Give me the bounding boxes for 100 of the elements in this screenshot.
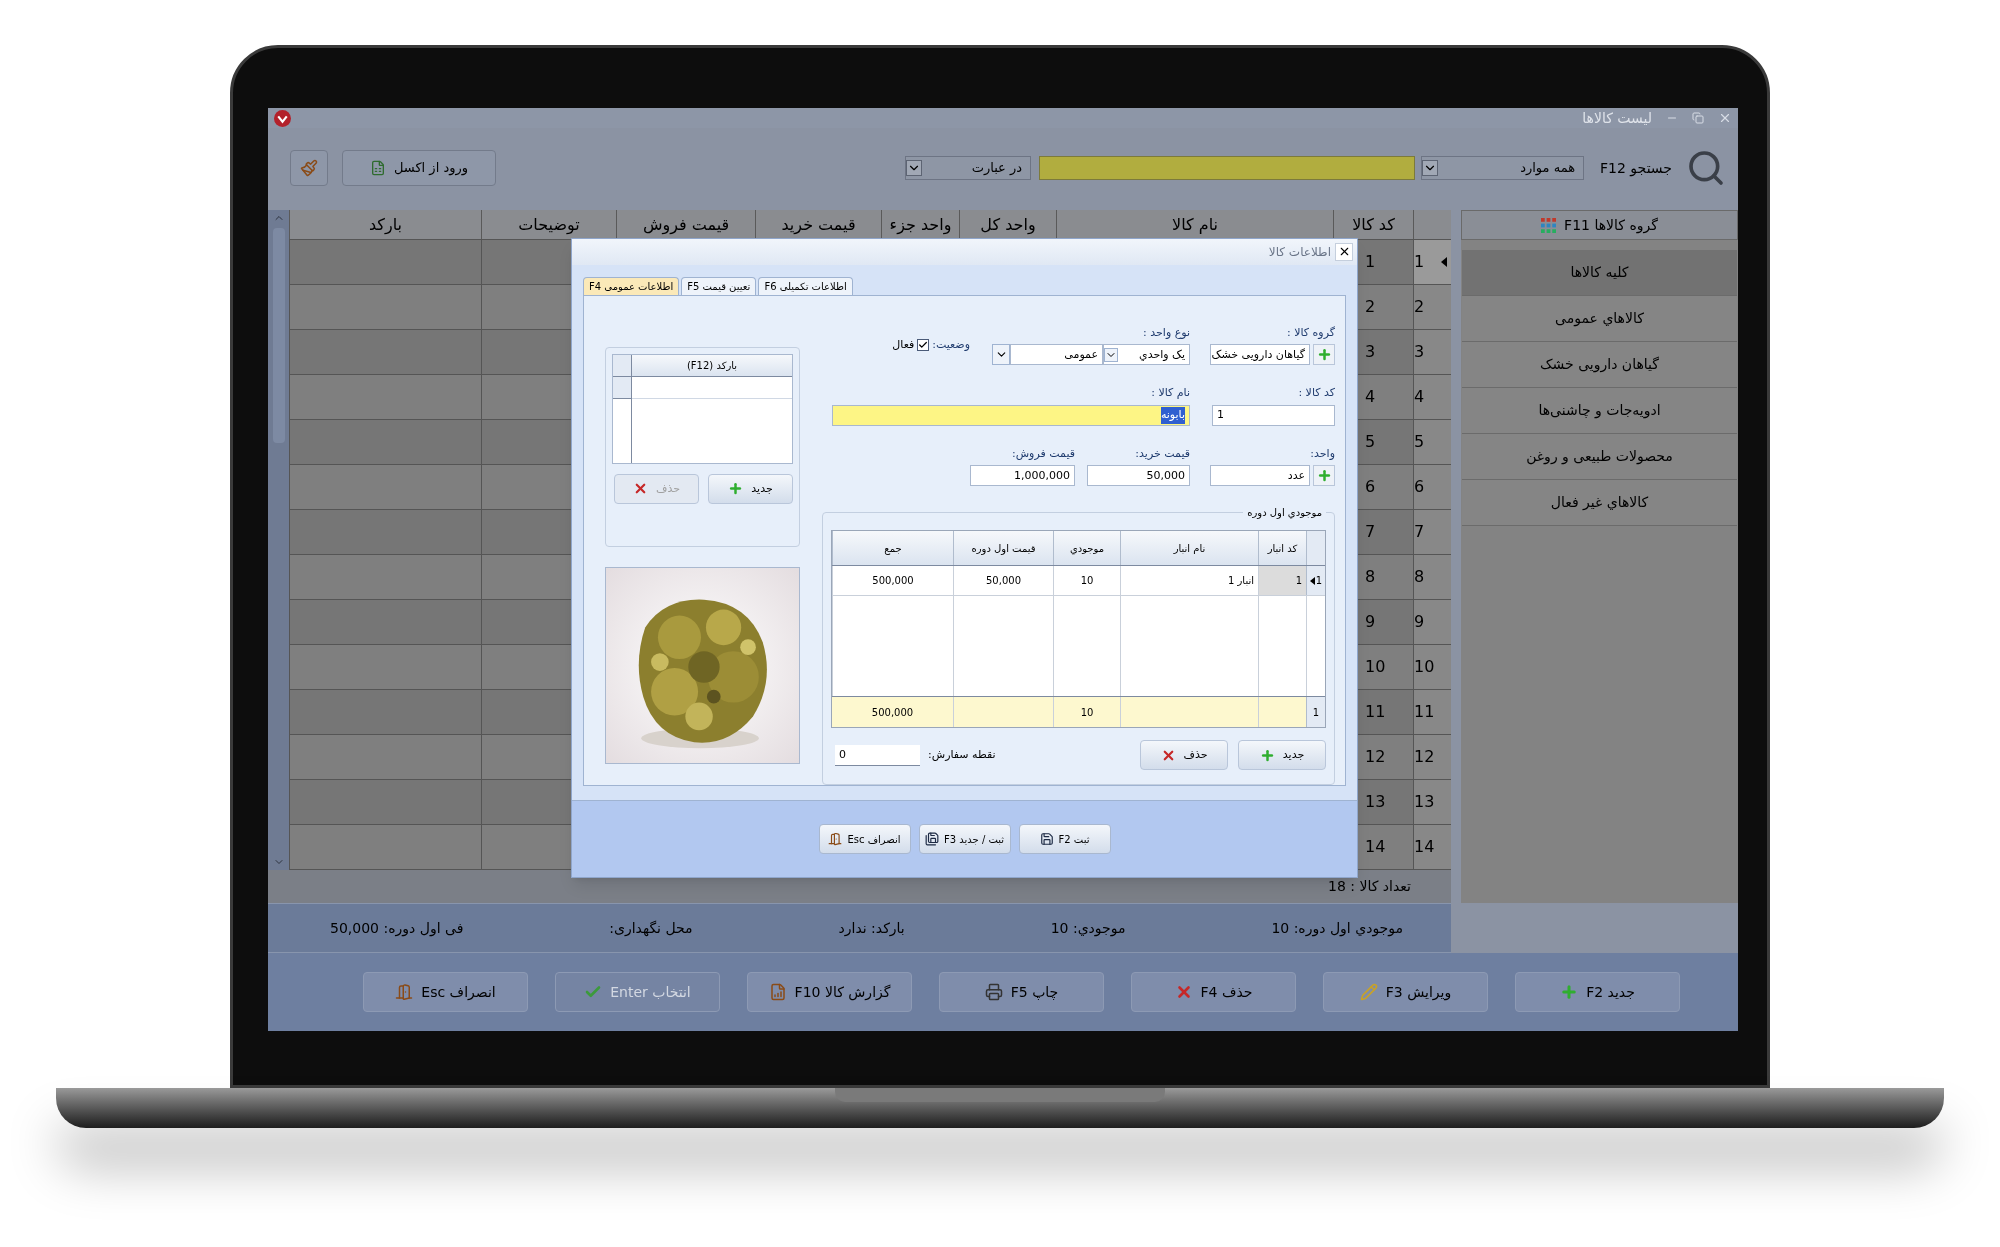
dialog-button[interactable]: ثبت F2 [1018,824,1111,855]
column-header[interactable]: قیمت اول دوره [953,531,1053,566]
reorder-point-field[interactable]: 0 [835,744,920,766]
row-number[interactable]: 8 [1413,555,1451,599]
checkbox[interactable] [917,339,930,352]
row-number[interactable]: 12 [1413,735,1451,779]
dialog-button[interactable]: جدید [708,473,793,504]
printer-icon [984,983,1003,1001]
field-label: نقطه سفارش: [928,747,996,764]
action-button[interactable]: حذف F4 [1131,972,1296,1012]
close-button[interactable] [1335,242,1353,261]
plus-icon [728,481,744,497]
row-indicator[interactable]: 1 [1306,566,1325,596]
row-number[interactable]: 1 [1413,240,1451,284]
row-number[interactable]: 10 [1413,645,1451,689]
dialog-button[interactable]: جدید [1238,740,1326,771]
column-header[interactable]: موجودي [1053,531,1120,566]
dropdown-button[interactable] [992,344,1010,366]
code-field[interactable]: 1 [1212,404,1335,426]
sidebar-item[interactable]: کلیه کالاها [1462,250,1737,296]
dialog-button[interactable]: انصراف Esc [818,824,911,855]
dialog-tab[interactable]: اطلاعات عمومی F4 [583,276,680,295]
theme-button[interactable] [290,150,328,186]
action-button[interactable]: جدید F2 [1515,972,1680,1012]
row-pointer-icon [1441,257,1447,267]
detail-text: محل نگهداری: [609,918,693,939]
plus-icon [1560,983,1579,1001]
field-label: قیمت خرید: [1134,445,1190,462]
unit-field[interactable]: عدد [1210,465,1310,487]
row-header [1306,531,1325,566]
table-cell-text: 500,000 [870,705,915,720]
action-button[interactable]: ویرایش F3 [1323,972,1488,1012]
floppy-icon [924,832,939,847]
field-label: قیمت فروش: [1011,445,1075,462]
close-icon[interactable] [1718,111,1732,125]
table-cell: 10 [1053,566,1120,596]
door-icon [395,983,414,1001]
plus-icon [1316,468,1332,484]
table-cell: 1 [1306,697,1325,728]
app-logo-icon [274,109,291,127]
name-field[interactable]: بابونه [832,404,1190,426]
sale-price-field[interactable]: 1,000,000 [970,465,1075,487]
row-number[interactable]: 5 [1413,420,1451,464]
sidebar-header[interactable]: گروه کالاها F11 [1461,210,1738,240]
row-number[interactable]: 3 [1413,330,1451,374]
table-cell: 500,000 [832,566,953,596]
import-excel-button[interactable]: ورود از اکسل [342,150,496,186]
floppy-icon [1039,832,1054,847]
add-button[interactable] [1313,344,1335,366]
dialog-button[interactable]: ثبت / جدید F3 [918,824,1011,855]
column-header[interactable]: بارکد (F12) [632,354,792,376]
window-title: لیست کالاها [1582,108,1652,128]
field-label: کد کالا : [1297,385,1335,402]
chevron-icon [1104,347,1118,362]
dialog-tab[interactable]: تعیین قیمت F5 [681,276,757,295]
row-number[interactable]: 7 [1413,510,1451,554]
field-label: نوع واحد : [1142,324,1190,341]
scope-dropdown[interactable]: همه موارد [1421,156,1585,180]
chevron-icon [906,160,923,176]
action-button[interactable]: چاپ F5 [939,972,1104,1012]
item-count: تعداد کالا : 18 [1328,877,1411,896]
group-field[interactable]: گیاهان دارویی خشک [1210,344,1310,366]
detail-text: موجودي اول دوره: 10 [1271,918,1403,939]
field-label: نام کالا : [1150,385,1190,402]
search-icon[interactable] [1686,148,1726,188]
unit-type-dropdown[interactable]: یک واحدي [1103,344,1190,366]
column-header[interactable]: جمع [832,531,953,566]
row-number[interactable]: 13 [1413,780,1451,824]
report-icon [768,983,787,1001]
grid-icon [1541,217,1557,233]
dialog-button[interactable]: حذف [1140,740,1228,771]
group-title: موجودي اول دوره [1243,505,1326,521]
category-field[interactable]: عمومی [1010,344,1103,366]
search-field[interactable] [1039,156,1416,180]
column-header[interactable]: نام انبار [1120,531,1258,566]
row-number[interactable]: 9 [1413,600,1451,644]
scrollbar[interactable] [268,210,289,870]
purchase-price-field[interactable]: 50,000 [1087,465,1190,487]
row-number[interactable]: 2 [1413,285,1451,329]
row-number[interactable]: 14 [1413,825,1451,869]
search-label: جستجو F12 [1600,158,1672,179]
match-dropdown[interactable]: در عبارت [905,156,1032,180]
row-number[interactable]: 4 [1413,375,1451,419]
column-header[interactable]: کد انبار [1258,531,1306,566]
chevron-icon [1422,160,1439,176]
pencil-icon [1359,983,1378,1001]
row-number[interactable]: 11 [1413,690,1451,734]
row-number[interactable]: 6 [1413,465,1451,509]
action-button[interactable]: گزارش کالا F10 [747,972,912,1012]
brush-icon [300,159,318,177]
field-label: وضعیت: [932,336,970,353]
detail-text: بارکد: ندارد [838,918,905,939]
spreadsheet-icon [370,160,386,176]
dialog-title: اطلاعات کالا [1268,243,1331,261]
field-label: گروه کالا : [1286,324,1335,341]
restore-icon[interactable] [1692,112,1704,124]
detail-text: فی اول دوره: 50,000 [330,918,464,939]
add-button[interactable] [1313,465,1335,487]
action-button[interactable]: انصراف Esc [363,972,528,1012]
dialog-tab[interactable]: اطلاعات تکمیلی F6 [758,276,853,295]
